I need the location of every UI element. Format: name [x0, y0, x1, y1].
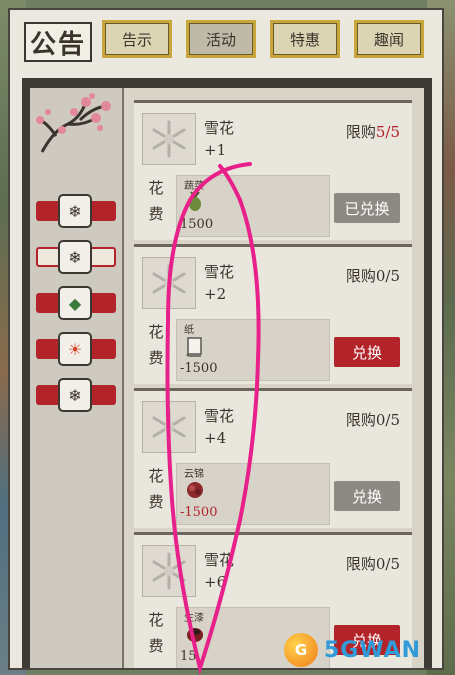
- limit-count: 0/5: [375, 267, 400, 285]
- sidebar-item-gem[interactable]: ◆: [36, 286, 116, 320]
- purchase-limit: 限购0/5: [346, 265, 400, 286]
- plum-blossom-icon: [36, 93, 111, 153]
- watermark-badge: G: [294, 641, 308, 659]
- cost-item-name: 生漆: [184, 613, 204, 624]
- purchase-limit: 限购0/5: [346, 553, 400, 574]
- sidebar-glyph: ☀: [67, 339, 83, 359]
- watermark-text: 5GWAN: [324, 637, 422, 663]
- tab-events-label: 活动: [205, 30, 236, 49]
- tab-events[interactable]: 活动: [186, 20, 256, 58]
- vegetable-icon: [189, 191, 201, 211]
- item-name: 雪花: [204, 263, 235, 281]
- snowflake-icon: [142, 113, 196, 165]
- cost-item-name: 纸: [184, 325, 194, 336]
- lacquer-icon: [187, 628, 203, 642]
- snowflake-bag-icon: ❄: [58, 240, 92, 274]
- snowflake-icon: [142, 257, 196, 309]
- limit-label: 限购: [345, 123, 376, 141]
- sidebar-glyph: ❄: [68, 247, 82, 267]
- cost-label-char: 花: [148, 179, 164, 197]
- limit-label: 限购: [345, 555, 376, 573]
- page-title: 公告: [24, 22, 92, 62]
- cost-label-char: 花: [148, 467, 164, 485]
- tab-deals-label: 特惠: [289, 30, 320, 49]
- item-amount: +2: [204, 285, 227, 303]
- sidebar-item-snowflake-3[interactable]: ❄: [36, 378, 116, 412]
- cost-price: 1500: [180, 217, 214, 232]
- snowflake-icon: [142, 401, 196, 453]
- sidebar-item-snowflake-2[interactable]: ❄: [36, 240, 116, 274]
- brocade-icon: [187, 482, 203, 498]
- item-name: 雪花: [204, 551, 235, 569]
- sidebar-item-snowflake-1[interactable]: ❄: [36, 194, 116, 228]
- gem-icon: ◆: [58, 286, 92, 320]
- limit-label: 限购: [345, 267, 376, 285]
- sidebar-glyph: ◆: [68, 293, 82, 313]
- cost-label-char: 费: [148, 493, 164, 511]
- cost-item-name: 蔬菜: [184, 181, 204, 192]
- tab-notice[interactable]: 告示: [102, 20, 172, 58]
- purchase-limit: 限购0/5: [346, 409, 400, 430]
- cost-price: -1500: [180, 361, 218, 376]
- tab-anecdotes-label: 趣闻: [373, 30, 404, 49]
- cost-label-char: 费: [148, 637, 164, 655]
- snowflake-bag-icon: ❄: [58, 378, 92, 412]
- item-amount: +1: [204, 141, 227, 159]
- sun-swirl-icon: ☀: [58, 332, 92, 366]
- purchase-limit: 限购5/5: [346, 121, 400, 142]
- exchange-list[interactable]: 雪花 +1 限购5/5 花费 蔬菜 1500 已兑换 雪花 +2 限购0/5 花…: [134, 100, 412, 668]
- exchange-item: 雪花 +1 限购5/5 花费 蔬菜 1500 已兑换: [134, 100, 412, 240]
- exchange-item: 雪花 +4 限购0/5 花费 云锦 -1500 兑换: [134, 388, 412, 528]
- exchange-button[interactable]: 兑换: [334, 481, 400, 511]
- paper-scroll-icon: [186, 337, 202, 357]
- limit-count: 5/5: [375, 123, 400, 141]
- snowflake-bag-icon: ❄: [58, 194, 92, 228]
- cost-label-char: 花: [148, 611, 164, 629]
- tab-anecdotes[interactable]: 趣闻: [354, 20, 424, 58]
- limit-count: 0/5: [375, 411, 400, 429]
- item-name: 雪花: [204, 407, 235, 425]
- cost-price: -1500: [180, 505, 218, 520]
- sidebar-item-sun[interactable]: ☀: [36, 332, 116, 366]
- limit-count: 0/5: [375, 555, 400, 573]
- tab-deals[interactable]: 特惠: [270, 20, 340, 58]
- exchange-item: 雪花 +2 限购0/5 花费 纸 -1500 兑换: [134, 244, 412, 384]
- cost-label: 花费: [146, 607, 166, 659]
- sidebar-glyph: ❄: [68, 201, 82, 221]
- cost-label: 花费: [146, 463, 166, 515]
- item-name: 雪花: [204, 119, 235, 137]
- exchange-button[interactable]: 兑换: [334, 337, 400, 367]
- tab-notice-label: 告示: [121, 30, 152, 49]
- cost-label: 花费: [146, 319, 166, 371]
- cost-label-char: 费: [148, 349, 164, 367]
- item-amount: +4: [204, 429, 227, 447]
- cost-label-char: 花: [148, 323, 164, 341]
- site-watermark: G 5GWAN: [284, 628, 454, 672]
- sidebar-glyph: ❄: [68, 385, 82, 405]
- exchange-button[interactable]: 已兑换: [334, 193, 400, 223]
- cost-label-char: 费: [148, 205, 164, 223]
- watermark-logo-icon: G: [284, 633, 318, 667]
- cost-label: 花费: [146, 175, 166, 227]
- limit-label: 限购: [345, 411, 376, 429]
- cost-price: 15: [180, 649, 197, 664]
- snowflake-icon: [142, 545, 196, 597]
- cost-item-name: 云锦: [184, 469, 204, 480]
- item-amount: +6: [204, 573, 227, 591]
